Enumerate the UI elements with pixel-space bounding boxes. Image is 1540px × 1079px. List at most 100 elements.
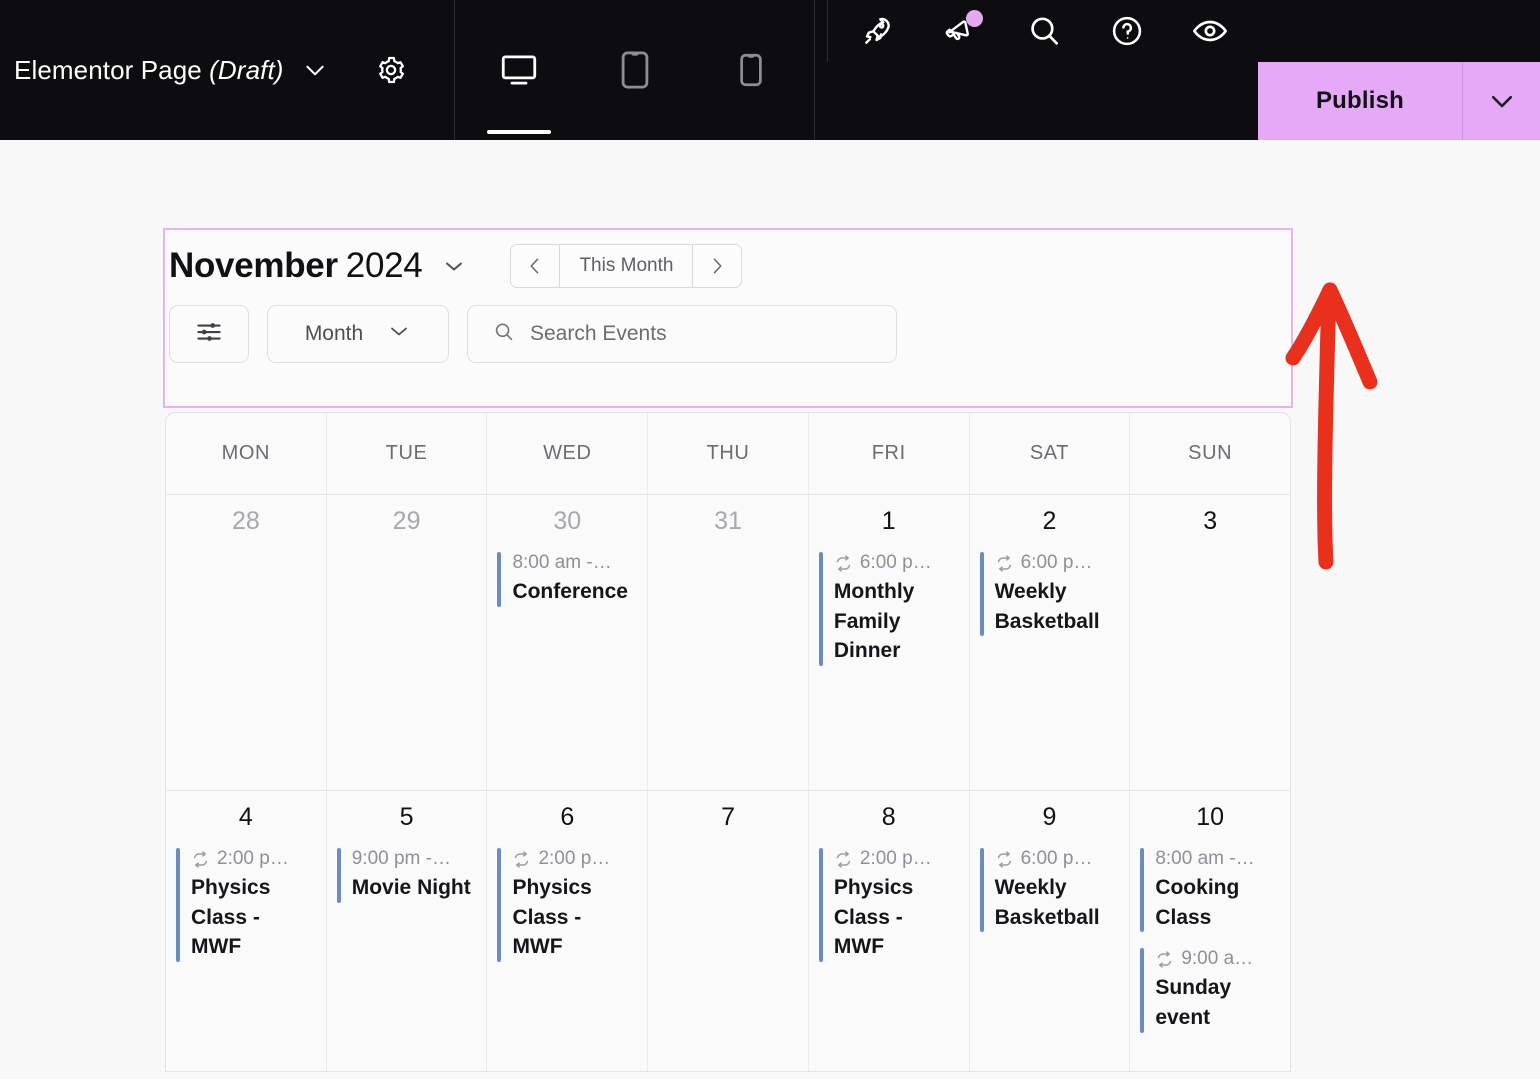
event-time-text: 6:00 p… xyxy=(859,552,932,573)
calendar-day-cell[interactable]: 5 9:00 pm -… Movie Night xyxy=(327,791,488,1071)
event-body: 8:00 am -… Conference xyxy=(512,552,637,607)
weekday-header-sat: SAT xyxy=(970,413,1131,494)
calendar-event[interactable]: 6:00 p… Weekly Basketball xyxy=(979,848,1120,933)
gear-icon[interactable] xyxy=(374,53,408,87)
calendar-event[interactable]: 9:00 pm -… Movie Night xyxy=(336,848,477,903)
event-time: 9:00 pm -… xyxy=(352,848,477,871)
event-time: 6:00 p… xyxy=(834,552,959,575)
calendar-event[interactable]: 2:00 p… Physics Class - MWF xyxy=(497,848,637,963)
next-month-button[interactable] xyxy=(693,245,742,287)
calendar-event[interactable]: 8:00 am -… Cooking Class xyxy=(1140,848,1280,933)
calendar-day-cell[interactable]: 29 xyxy=(327,495,488,790)
weekday-header-thu: THU xyxy=(648,413,809,494)
event-body: 9:00 a… Sunday event xyxy=(1155,948,1280,1032)
event-color-bar xyxy=(336,848,341,903)
event-time-text: 6:00 p… xyxy=(1020,848,1093,869)
calendar-day-cell[interactable]: 1 6:00 p… Monthly Family Dinner xyxy=(809,495,970,790)
calendar-day-cell[interactable]: 6 2:00 p… Physics Class - MWF xyxy=(487,791,649,1071)
event-time-text: 2:00 p… xyxy=(217,848,289,869)
prev-month-button[interactable] xyxy=(511,245,560,287)
day-number: 28 xyxy=(231,507,260,535)
page-title: Elementor Page (Draft) xyxy=(14,55,284,86)
editor-topbar: Elementor Page (Draft) Publish xyxy=(0,0,1540,140)
day-number: 10 xyxy=(1196,803,1225,831)
search-input[interactable]: Search Events xyxy=(467,305,897,363)
calendar-day-cell[interactable]: 2 6:00 p… Weekly Basketball xyxy=(970,495,1131,790)
event-body: 2:00 p… Physics Class - MWF xyxy=(512,848,637,962)
launchpad-icon[interactable] xyxy=(858,11,898,51)
help-icon[interactable] xyxy=(1107,11,1147,51)
calendar-event[interactable]: 2:00 p… Physics Class - MWF xyxy=(818,848,959,963)
calendar-event[interactable]: 9:00 a… Sunday event xyxy=(1140,948,1280,1033)
event-time: 2:00 p… xyxy=(834,848,959,871)
view-mode-select[interactable]: Month xyxy=(267,305,449,363)
repeat-icon xyxy=(1155,950,1174,969)
event-body: 6:00 p… Weekly Basketball xyxy=(995,848,1120,932)
notifications-icon[interactable] xyxy=(941,10,983,51)
sliders-icon xyxy=(194,317,224,352)
topbar-left-section: Elementor Page (Draft) xyxy=(0,0,455,140)
calendar-day-cell[interactable]: 31 xyxy=(648,495,809,790)
notification-badge xyxy=(966,10,983,27)
calendar-day-cell[interactable]: 30 8:00 am -… Conference xyxy=(487,495,649,790)
device-mobile-button[interactable] xyxy=(729,48,773,92)
event-color-bar xyxy=(176,848,180,963)
event-title: Weekly Basketball xyxy=(994,875,1100,929)
event-title: Sunday event xyxy=(1155,976,1232,1030)
editor-canvas: November 2024 This Month Month Search Ev… xyxy=(0,140,1540,1079)
calendar-day-cell[interactable]: 9 6:00 p… Weekly Basketball xyxy=(970,791,1131,1071)
device-tablet-button[interactable] xyxy=(613,48,657,92)
repeat-icon xyxy=(512,850,531,869)
day-number: 4 xyxy=(238,803,253,831)
calendar-day-cell[interactable]: 8 2:00 p… Physics Class - MWF xyxy=(809,791,970,1071)
weekday-header-mon: MON xyxy=(166,413,327,494)
calendar-widget-header[interactable]: November 2024 This Month Month Search Ev… xyxy=(163,228,1293,408)
event-color-bar xyxy=(818,848,823,963)
calendar-day-cell[interactable]: 3 xyxy=(1130,495,1290,790)
calendar-event[interactable]: 6:00 p… Weekly Basketball xyxy=(979,552,1120,637)
event-time: 8:00 am -… xyxy=(512,552,637,575)
day-number: 2 xyxy=(1042,507,1057,535)
event-time: 6:00 p… xyxy=(995,848,1120,871)
event-body: 9:00 pm -… Movie Night xyxy=(352,848,477,903)
filters-button[interactable] xyxy=(169,305,249,363)
calendar-day-cell[interactable]: 7 xyxy=(648,791,809,1071)
weekday-header-sun: SUN xyxy=(1188,442,1233,464)
event-time-text: 9:00 pm -… xyxy=(351,848,451,869)
event-time-text: 2:00 p… xyxy=(538,848,611,869)
preview-icon[interactable] xyxy=(1190,11,1230,51)
finder-search-icon[interactable] xyxy=(1024,11,1064,51)
topbar-actions xyxy=(827,0,1258,62)
weekday-header-fri: FRI xyxy=(809,413,970,494)
event-time-text: 8:00 am -… xyxy=(512,552,612,573)
page-status-text: (Draft) xyxy=(209,54,284,85)
calendar-event[interactable]: 2:00 p… Physics Class - MWF xyxy=(176,848,316,963)
calendar-event[interactable]: 6:00 p… Monthly Family Dinner xyxy=(818,552,959,667)
device-switcher xyxy=(455,0,815,140)
repeat-icon xyxy=(191,850,210,869)
publish-group: Publish xyxy=(1258,62,1540,140)
chevron-down-icon[interactable] xyxy=(302,57,328,83)
calendar-day-cell[interactable]: 28 xyxy=(166,495,327,790)
event-title: Physics Class - MWF xyxy=(191,875,271,959)
calendar-controls-row: Month Search Events xyxy=(165,288,1291,363)
publish-button[interactable]: Publish xyxy=(1258,62,1462,140)
calendar-event[interactable]: 8:00 am -… Conference xyxy=(497,552,637,607)
event-body: 2:00 p… Physics Class - MWF xyxy=(834,848,959,962)
day-number: 6 xyxy=(560,803,575,831)
event-body: 6:00 p… Weekly Basketball xyxy=(995,552,1120,636)
month-picker-chevron-down-icon[interactable] xyxy=(442,254,466,278)
event-title: Conference xyxy=(512,579,628,603)
event-color-bar xyxy=(1140,848,1145,933)
device-desktop-button[interactable] xyxy=(486,48,551,134)
calendar-grid: MON TUE WED THU FRI SAT SUN 28 29 30 8:00 am -… Co… xyxy=(165,412,1291,1072)
day-number: 9 xyxy=(1042,803,1057,831)
publish-options-chevron-down-icon[interactable] xyxy=(1462,62,1540,140)
day-number: 7 xyxy=(721,803,735,831)
calendar-day-cell[interactable]: 4 2:00 p… Physics Class - MWF xyxy=(166,791,327,1071)
repeat-icon xyxy=(995,850,1014,869)
calendar-day-cell[interactable]: 10 8:00 am -… Cooking Class 9:00 a… Sunday e… xyxy=(1130,791,1290,1071)
event-title: Monthly Family Dinner xyxy=(833,579,915,663)
event-color-bar xyxy=(979,552,984,637)
this-month-button[interactable]: This Month xyxy=(559,245,694,287)
